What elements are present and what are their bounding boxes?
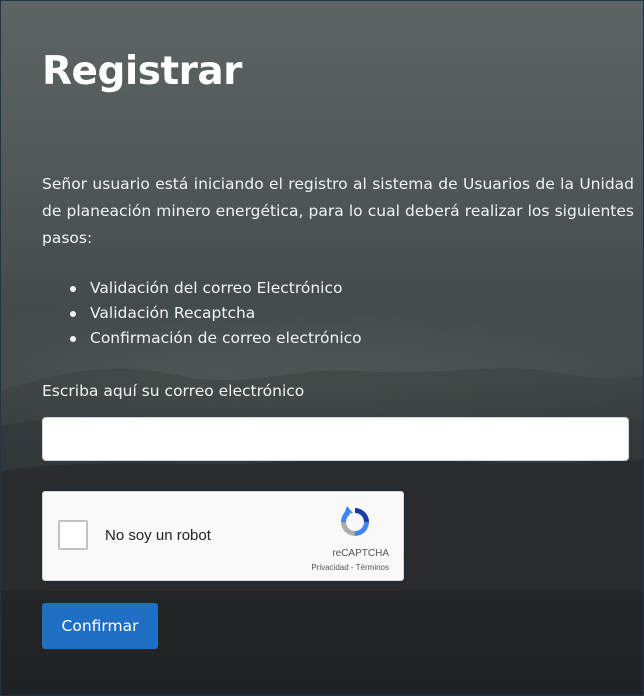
list-item-email-confirmation: Confirmación de correo electrónico: [42, 326, 362, 351]
recaptcha-logo-icon: [341, 506, 369, 536]
email-label: Escriba aquí su correo electrónico: [42, 382, 305, 400]
terms-link[interactable]: Términos: [356, 563, 389, 572]
privacy-link[interactable]: Privacidad: [311, 563, 348, 572]
recaptcha-brand: reCAPTCHA: [332, 548, 389, 559]
recaptcha-links: Privacidad - Términos: [283, 563, 389, 572]
links-separator: -: [348, 563, 356, 572]
intro-text: Señor usuario está iniciando el registro…: [42, 175, 634, 247]
recaptcha-checkbox[interactable]: [58, 520, 88, 550]
confirm-button[interactable]: Confirmar: [42, 603, 158, 649]
page-title: Registrar: [42, 49, 242, 94]
list-item-email-validation: Validación del correo Electrónico: [42, 276, 362, 301]
registration-panel: Registrar Señor usuario está iniciando e…: [0, 0, 644, 696]
steps-list: Validación del correo Electrónico Valida…: [42, 276, 362, 351]
recaptcha-widget: No soy un robot reCAPTCHA Privacidad - T…: [42, 491, 404, 581]
list-item-recaptcha-validation: Validación Recaptcha: [42, 301, 362, 326]
email-field[interactable]: [42, 417, 629, 461]
recaptcha-checkbox-label: No soy un robot: [105, 527, 211, 544]
